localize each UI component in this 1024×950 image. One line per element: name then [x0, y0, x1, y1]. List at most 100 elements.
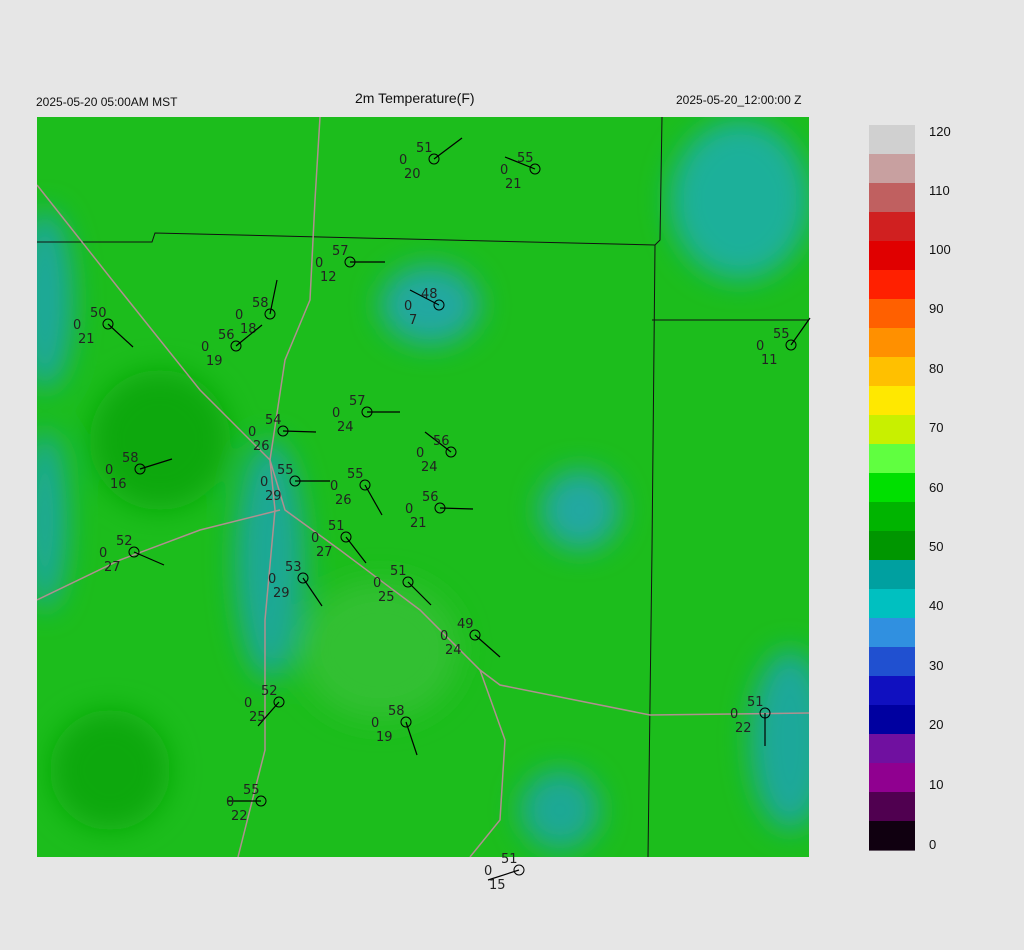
colorbar-tick-label: 30 [929, 658, 943, 673]
station-temperature: 58 [122, 451, 139, 466]
station-temperature: 53 [285, 560, 302, 575]
station-plot: 51 015 [484, 852, 525, 893]
station-dewpoint: 22 [231, 809, 248, 824]
colorbar-segment [869, 676, 915, 706]
station-zero: 0 [484, 864, 492, 879]
station-dewpoint: 24 [421, 460, 438, 475]
colorbar-segment [869, 328, 915, 358]
colorbar-segment [869, 386, 915, 416]
station-zero: 0 [399, 153, 407, 168]
station-dewpoint: 24 [337, 420, 354, 435]
colorbar-segment [869, 647, 915, 677]
station-zero: 0 [235, 308, 243, 323]
station-temperature: 51 [501, 852, 518, 867]
station-dewpoint: 21 [410, 516, 427, 531]
station-dewpoint: 26 [335, 493, 352, 508]
station-temperature: 51 [747, 695, 764, 710]
station-temperature: 55 [773, 327, 790, 342]
station-temperature: 56 [422, 490, 439, 505]
station-dewpoint: 27 [104, 560, 121, 575]
station-dewpoint: 19 [376, 730, 393, 745]
station-temperature: 51 [390, 564, 407, 579]
station-dewpoint: 25 [378, 590, 395, 605]
station-zero: 0 [332, 406, 340, 421]
station-zero: 0 [315, 256, 323, 271]
station-dewpoint: 16 [110, 477, 127, 492]
colorbar-segment [869, 618, 915, 648]
colorbar-tick-label: 80 [929, 361, 943, 376]
station-zero: 0 [244, 696, 252, 711]
station-dewpoint: 18 [240, 322, 257, 337]
station-zero: 0 [416, 446, 424, 461]
colorbar-segment [869, 473, 915, 503]
station-dewpoint: 22 [735, 721, 752, 736]
station-zero: 0 [730, 707, 738, 722]
station-dewpoint: 19 [206, 354, 223, 369]
station-zero: 0 [373, 576, 381, 591]
station-temperature: 58 [252, 296, 269, 311]
colorbar-segment [869, 125, 915, 155]
colorbar: 1201101009080706050403020100 [869, 124, 951, 852]
station-dewpoint: 29 [273, 586, 290, 601]
colorbar-segment [869, 415, 915, 445]
station-temperature: 51 [416, 141, 433, 156]
station-temperature: 54 [265, 413, 282, 428]
station-temperature: 55 [243, 783, 260, 798]
station-dewpoint: 21 [505, 177, 522, 192]
colorbar-segment [869, 444, 915, 474]
station-dewpoint: 7 [409, 313, 417, 328]
station-dewpoint: 25 [249, 710, 266, 725]
colorbar-segment [869, 734, 915, 764]
station-dewpoint: 21 [78, 332, 95, 347]
station-temperature: 52 [116, 534, 133, 549]
colorbar-segment [869, 705, 915, 735]
colorbar-segment [869, 792, 915, 822]
station-zero: 0 [330, 479, 338, 494]
station-dewpoint: 24 [445, 643, 462, 658]
colorbar-tick-label: 110 [929, 183, 950, 198]
station-temperature: 56 [433, 434, 450, 449]
station-dewpoint: 29 [265, 489, 282, 504]
colorbar-segment [869, 502, 915, 532]
station-temperature: 49 [457, 617, 474, 632]
station-temperature: 50 [90, 306, 107, 321]
colorbar-tick-label: 120 [929, 124, 951, 139]
station-zero: 0 [201, 340, 209, 355]
station-temperature: 48 [421, 287, 438, 302]
station-temperature: 57 [332, 244, 349, 259]
station-temperature: 55 [277, 463, 294, 478]
colorbar-segment [869, 357, 915, 387]
colorbar-segment [869, 560, 915, 590]
colorbar-segment [869, 821, 915, 851]
station-dewpoint: 15 [489, 878, 506, 893]
colorbar-tick-label: 10 [929, 777, 943, 792]
temperature-map: 51020550215701248075801850021 56019550115… [37, 117, 951, 893]
station-zero: 0 [105, 463, 113, 478]
station-zero: 0 [311, 531, 319, 546]
station-temperature: 57 [349, 394, 366, 409]
station-dewpoint: 20 [404, 167, 421, 182]
station-dewpoint: 26 [253, 439, 270, 454]
colorbar-segment [869, 154, 915, 184]
station-zero: 0 [500, 163, 508, 178]
colorbar-tick-label: 70 [929, 420, 943, 435]
colorbar-tick-label: 50 [929, 539, 943, 554]
colorbar-segment [869, 299, 915, 329]
station-temperature: 56 [218, 328, 235, 343]
station-temperature: 55 [517, 151, 534, 166]
station-dewpoint: 12 [320, 270, 337, 285]
colorbar-tick-label: 100 [929, 242, 951, 257]
station-zero: 0 [248, 425, 256, 440]
colorbar-tick-label: 20 [929, 717, 943, 732]
station-zero: 0 [99, 546, 107, 561]
colorbar-segment [869, 212, 915, 242]
station-zero: 0 [756, 339, 764, 354]
station-zero: 0 [405, 502, 413, 517]
station-zero: 0 [371, 716, 379, 731]
colorbar-segment [869, 531, 915, 561]
colorbar-tick-label: 60 [929, 480, 943, 495]
station-zero: 0 [260, 475, 268, 490]
temperature-field [37, 117, 809, 857]
station-zero: 0 [404, 299, 412, 314]
station-temperature: 51 [328, 519, 345, 534]
